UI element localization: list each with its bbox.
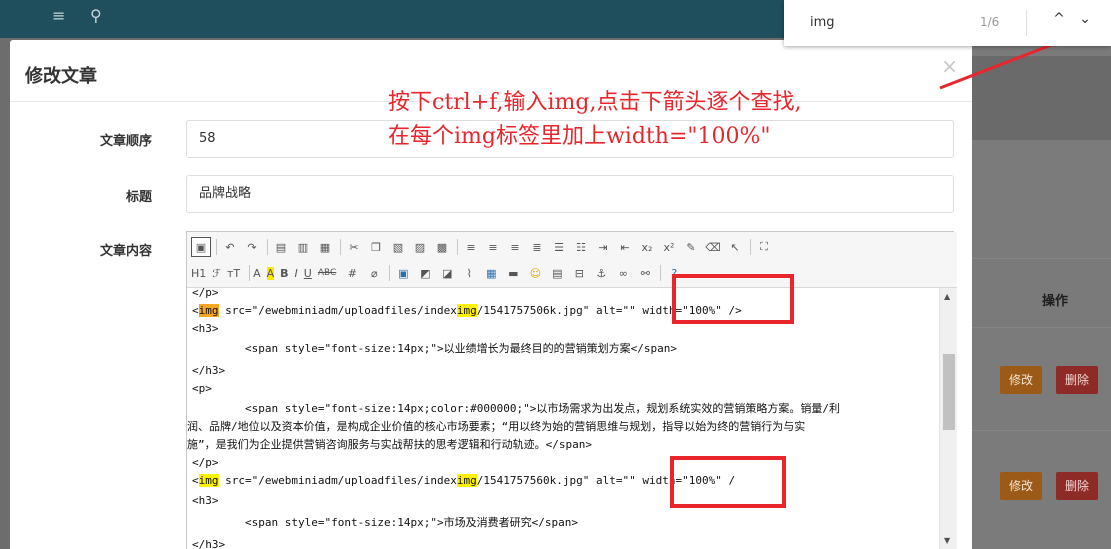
find-bar: img 1/6 ^ ⌄ [784, 0, 1111, 46]
find-match-count: 1/6 [980, 15, 1000, 29]
find-previous-icon[interactable]: ^ [1048, 11, 1070, 27]
find-next-icon[interactable]: ⌄ [1074, 11, 1096, 27]
divider [1026, 10, 1027, 36]
find-input[interactable]: img [810, 15, 835, 30]
annotation-arrow [939, 24, 1104, 90]
